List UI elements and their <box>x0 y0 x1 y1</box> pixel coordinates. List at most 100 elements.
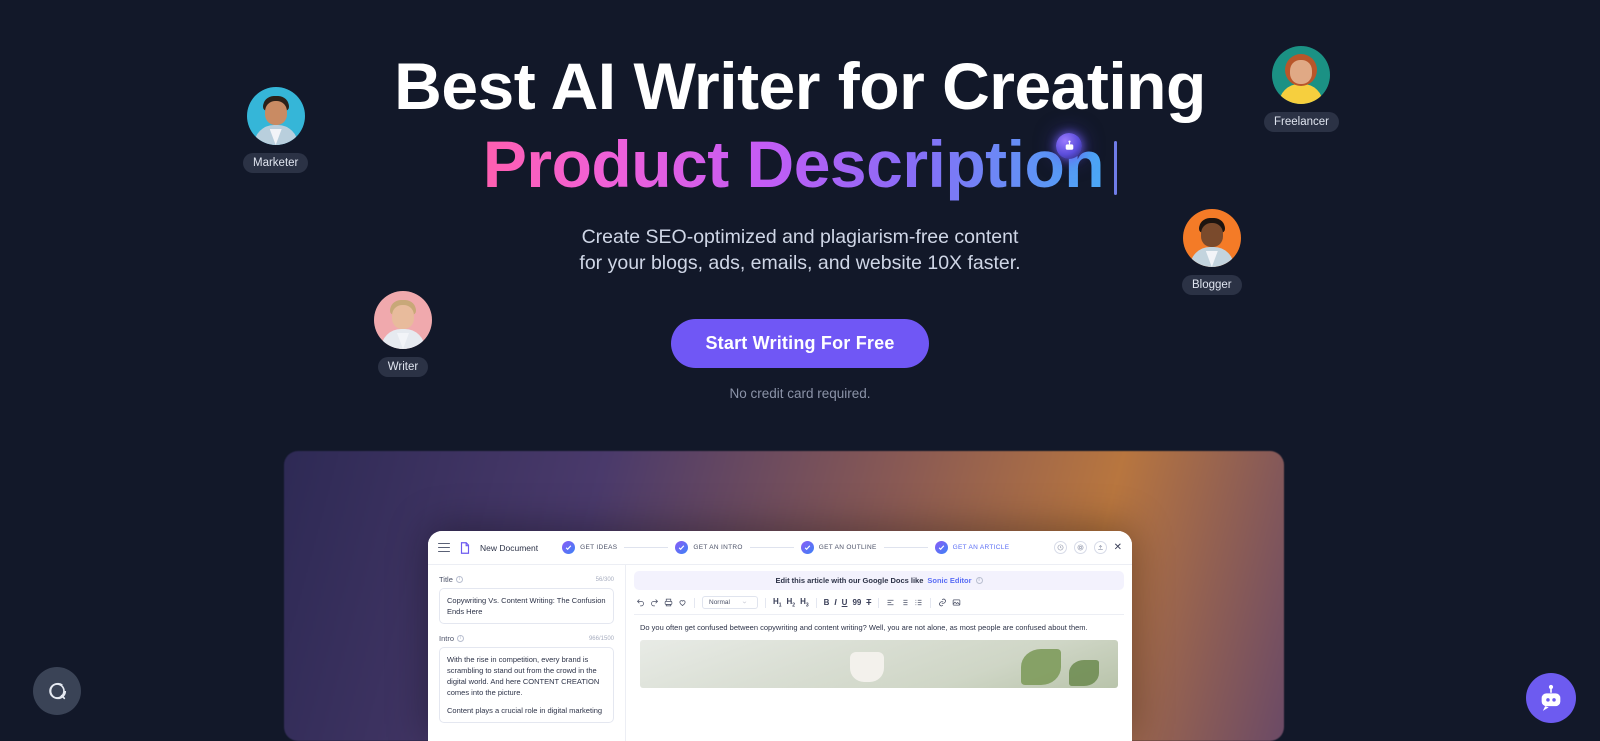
intro-paragraph-2: Content plays a crucial role in digital … <box>447 706 603 715</box>
assistant-bot-button[interactable] <box>1526 673 1576 723</box>
headline-gradient: Product Description <box>483 124 1105 204</box>
headline-block: Best AI Writer for Creating Product Desc… <box>0 48 1600 204</box>
typing-caret <box>1114 141 1118 195</box>
subtitle-line-2: for your blogs, ads, emails, and website… <box>579 252 1021 274</box>
avatar-illustration <box>1183 209 1241 267</box>
check-icon <box>562 541 576 554</box>
persona-writer: Writer <box>374 291 432 377</box>
start-writing-button[interactable]: Start Writing For Free <box>671 319 929 368</box>
app-toolbar: New Document GET IDEAS GET AN INTRO GET … <box>428 531 1132 565</box>
history-icon[interactable] <box>1053 541 1067 554</box>
redo-icon[interactable] <box>650 598 659 607</box>
document-title[interactable]: New Document <box>480 543 538 553</box>
favorite-icon[interactable] <box>678 598 687 607</box>
chevron-down-icon <box>742 601 747 604</box>
avatar-illustration <box>1272 46 1330 104</box>
editor-document[interactable]: Do you often get confused between copywr… <box>634 615 1124 688</box>
editor-panel: Edit this article with our Google Docs l… <box>626 565 1132 741</box>
subtitle-line-1: Create SEO-optimized and plagiarism-free… <box>581 226 1019 248</box>
step-get-intro[interactable]: GET AN INTRO <box>675 541 742 554</box>
plant-decoration <box>1020 648 1061 685</box>
cta-note: No credit card required. <box>729 386 871 401</box>
toolbar-divider <box>694 597 695 608</box>
align-icon[interactable] <box>886 598 895 607</box>
step-label: GET AN OUTLINE <box>818 544 877 551</box>
editor-inline-image <box>640 640 1118 688</box>
persona-label: Marketer <box>243 153 309 173</box>
intro-input[interactable]: With the rise in competition, every bran… <box>439 647 614 723</box>
workflow-stepper: GET IDEAS GET AN INTRO GET AN OUTLINE GE… <box>562 541 1046 554</box>
export-icon[interactable] <box>1093 541 1107 554</box>
app-content: Title i 56/300 Copywriting Vs. Content W… <box>428 565 1132 741</box>
step-connector <box>883 547 928 548</box>
intro-paragraph-1: With the rise in competition, every bran… <box>447 655 600 697</box>
intro-char-count: 966/1500 <box>588 635 614 642</box>
help-chat-button[interactable] <box>33 667 81 715</box>
formatting-toolbar: Normal H1 H2 H3 B I U 99 T <box>634 590 1124 615</box>
check-icon <box>675 541 689 554</box>
strikethrough-button[interactable]: T <box>866 598 871 607</box>
robot-icon <box>1541 684 1561 711</box>
avatar-illustration <box>247 87 305 145</box>
robot-glyph <box>1065 140 1073 150</box>
avatar-illustration <box>374 291 432 349</box>
link-icon[interactable] <box>938 598 947 607</box>
editor-paragraph: Do you often get confused between copywr… <box>640 623 1088 632</box>
numbered-list-icon[interactable] <box>914 598 923 607</box>
heading-3-button[interactable]: H3 <box>800 597 809 609</box>
text-style-select[interactable]: Normal <box>702 596 758 609</box>
chat-bubble-icon <box>49 682 67 700</box>
step-label: GET AN INTRO <box>693 544 743 551</box>
avatar <box>1272 46 1331 104</box>
cta-block: Start Writing For Free <box>0 319 1600 368</box>
sonic-editor-link[interactable]: Sonic Editor <box>927 576 971 585</box>
persona-marketer: Marketer <box>243 87 309 173</box>
text-style-value: Normal <box>709 599 730 606</box>
bold-button[interactable]: B <box>824 598 830 607</box>
cup-decoration <box>850 652 885 683</box>
editor-banner-text: Edit this article with our Google Docs l… <box>775 576 924 585</box>
info-icon[interactable]: i <box>455 576 463 583</box>
toolbar-divider <box>878 597 880 608</box>
step-get-outline[interactable]: GET AN OUTLINE <box>800 541 877 554</box>
print-icon[interactable] <box>664 598 673 607</box>
editor-banner: Edit this article with our Google Docs l… <box>634 571 1124 590</box>
plant-decoration <box>1068 660 1099 687</box>
avatar <box>374 291 432 349</box>
toolbar-divider <box>930 597 932 608</box>
blockquote-button[interactable]: 99 <box>852 598 861 607</box>
check-icon <box>800 541 814 554</box>
heading-2-button[interactable]: H2 <box>787 597 796 609</box>
title-field-header: Title i 56/300 <box>439 575 614 584</box>
hero-subtitle: Create SEO-optimized and plagiarism-free… <box>0 224 1600 276</box>
step-connector <box>749 547 794 548</box>
step-get-ideas[interactable]: GET IDEAS <box>562 541 617 554</box>
app-screenshot: New Document GET IDEAS GET AN INTRO GET … <box>428 531 1132 741</box>
step-connector <box>624 547 669 548</box>
title-char-count: 56/300 <box>595 576 614 583</box>
bullet-list-icon[interactable] <box>900 598 909 607</box>
title-input[interactable]: Copywriting Vs. Content Writing: The Con… <box>439 588 614 624</box>
info-icon[interactable]: i <box>975 577 983 584</box>
info-icon[interactable]: i <box>457 635 465 642</box>
heading-1-button[interactable]: H1 <box>773 597 782 609</box>
step-get-article[interactable]: GET AN ARTICLE <box>934 541 1010 554</box>
menu-icon[interactable] <box>438 542 450 553</box>
persona-label: Writer <box>377 357 429 377</box>
persona-blogger: Blogger <box>1182 209 1242 295</box>
persona-freelancer: Freelancer <box>1264 46 1339 132</box>
close-icon[interactable]: ✕ <box>1114 542 1122 553</box>
title-label: Title i <box>439 575 463 584</box>
settings-icon[interactable] <box>1073 541 1087 554</box>
document-icon <box>460 541 470 554</box>
check-icon <box>934 541 948 554</box>
title-label-text: Title <box>439 575 453 584</box>
italic-button[interactable]: I <box>834 598 836 607</box>
intro-label: Intro i <box>439 634 465 643</box>
underline-button[interactable]: U <box>842 598 848 607</box>
headline-primary: Best AI Writer for Creating <box>394 49 1206 123</box>
undo-icon[interactable] <box>636 598 645 607</box>
intro-label-text: Intro <box>439 634 455 643</box>
toolbar-divider <box>764 597 766 608</box>
image-icon[interactable] <box>952 598 961 607</box>
